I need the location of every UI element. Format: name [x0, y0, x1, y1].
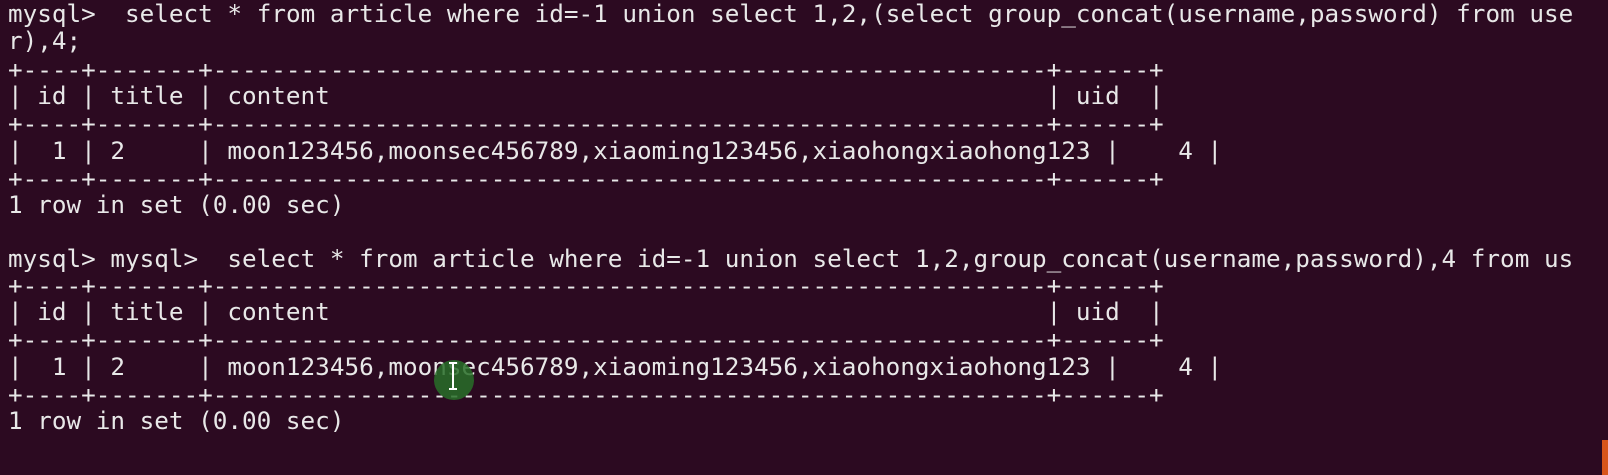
- table-border-top: +----+-------+--------------------------…: [8, 271, 1164, 300]
- table-border-mid: +----+-------+--------------------------…: [8, 109, 1164, 138]
- table-row: | 1 | 2 | moon123456,moonsec456789,xiaom…: [8, 136, 1223, 165]
- table-border-top: +----+-------+--------------------------…: [8, 55, 1164, 84]
- sql-command-text: select * from article where id=-1 union …: [198, 244, 1574, 273]
- result-summary: 1 row in set (0.00 sec): [8, 406, 345, 435]
- table-header-row: | id | title | content | uid |: [8, 297, 1164, 326]
- command-line-2: mysql> mysql> select * from article wher…: [8, 245, 1573, 273]
- sql-command-text: select * from article where id=-1 union …: [95, 0, 1574, 28]
- table-border-mid: +----+-------+--------------------------…: [8, 325, 1164, 354]
- result-summary: 1 row in set (0.00 sec): [8, 190, 345, 219]
- scrollbar[interactable]: [1602, 440, 1608, 475]
- command-line-1: mysql> select * from article where id=-1…: [8, 0, 1573, 28]
- table-border-bottom: +----+-------+--------------------------…: [8, 380, 1164, 409]
- table-row: | 1 | 2 | moon123456,moonsec456789,xiaom…: [8, 352, 1223, 381]
- terminal-window[interactable]: mysql> select * from article where id=-1…: [0, 0, 1608, 475]
- command-line-1-wrap: r),4;: [8, 26, 82, 55]
- table-header-row: | id | title | content | uid |: [8, 81, 1164, 110]
- mysql-prompt: mysql>: [8, 0, 96, 28]
- mysql-prompt: mysql> mysql>: [8, 244, 199, 273]
- table-border-bottom: +----+-------+--------------------------…: [8, 164, 1164, 193]
